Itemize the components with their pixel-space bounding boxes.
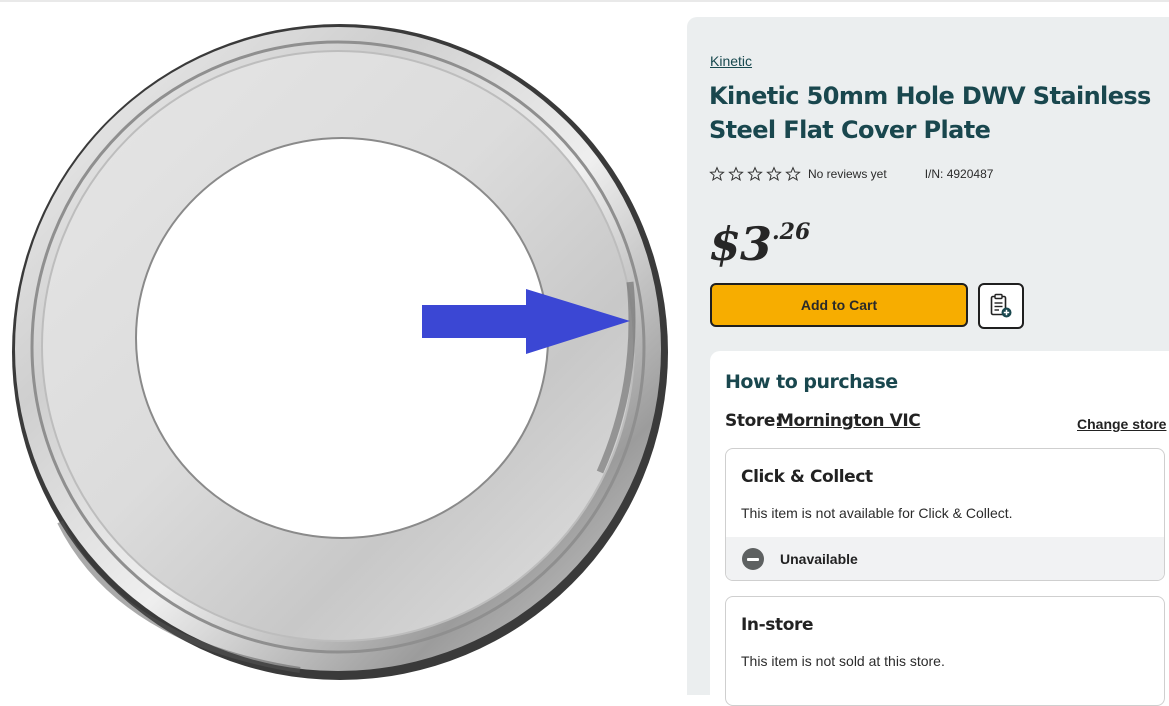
product-image[interactable] [0,2,686,695]
product-title: Kinetic 50mm Hole DWV Stainless Steel Fl… [709,82,1151,144]
cover-plate-image [12,24,668,680]
add-to-list-icon [990,293,1012,318]
star-rating[interactable] [709,166,801,182]
reviews-count[interactable]: No reviews yet [808,167,887,181]
price-dollars: $3 [709,217,772,271]
in-store-title: In-store [741,615,814,635]
star-icon [785,166,801,181]
add-to-cart-button[interactable]: Add to Cart [710,283,968,327]
product-details-panel: Kinetic Kinetic 50mm Hole DWV Stainless … [687,17,1169,706]
click-and-collect-card: Click & Collect This item is not availab… [725,448,1165,581]
star-icon [709,166,725,181]
in-store-card: In-store This item is not sold at this s… [725,596,1165,706]
click-and-collect-title: Click & Collect [741,467,873,487]
add-to-list-button[interactable] [978,283,1024,329]
brand-link[interactable]: Kinetic [710,53,752,69]
store-label: Store: [725,411,782,431]
how-to-purchase-heading: How to purchase [725,371,898,393]
item-number: I/N: 4920487 [924,167,994,181]
star-icon [747,166,763,181]
availability-status: Unavailable [726,537,1164,580]
change-store-link[interactable]: Change store [1077,416,1166,432]
store-name-link[interactable]: Mornington VIC [777,411,921,431]
price-cents: .26 [772,219,811,245]
price: $3 .26 [709,217,810,271]
in-store-text: This item is not sold at this store. [741,653,945,669]
star-icon [766,166,782,181]
how-to-purchase-section: How to purchase Store: Mornington VIC Ch… [710,351,1169,706]
click-and-collect-text: This item is not available for Click & C… [741,505,1013,521]
rating-row: No reviews yet I/N: 4920487 [709,165,993,183]
minus-circle-icon [742,548,764,570]
star-icon [728,166,744,181]
availability-status-text: Unavailable [780,551,858,567]
